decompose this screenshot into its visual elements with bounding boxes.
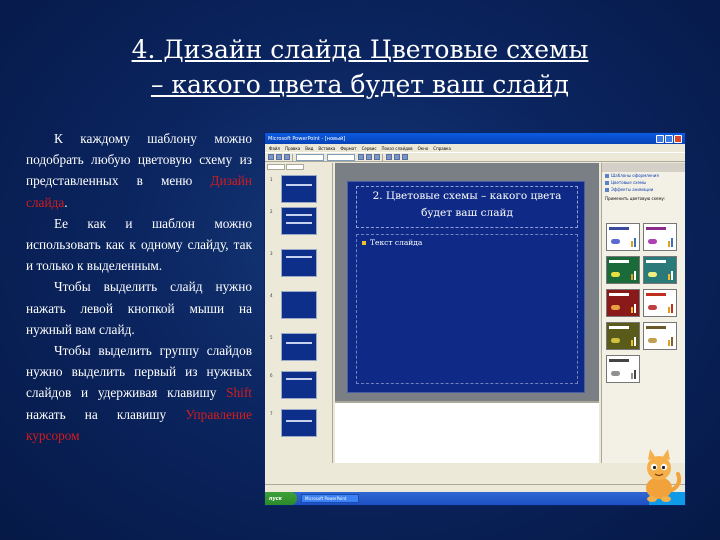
color-scheme-swatch[interactable] xyxy=(643,289,677,317)
paragraph-4-middle: нажать на клавишу xyxy=(26,406,186,422)
task-pane-header xyxy=(602,163,685,172)
color-scheme-swatch[interactable] xyxy=(643,256,677,284)
color-scheme-swatch[interactable] xyxy=(643,223,677,251)
status-bar xyxy=(265,484,685,492)
key-shift-highlight: Shift xyxy=(226,385,252,401)
menu-item-window[interactable]: Окно xyxy=(418,146,429,151)
menu-item-file[interactable]: Файл xyxy=(269,146,280,151)
italic-icon[interactable] xyxy=(366,154,372,160)
cartoon-cat-icon xyxy=(646,449,682,502)
new-icon[interactable] xyxy=(268,154,274,160)
slide-editing-area: 2. Цветовые схемы – какого цвета будет в… xyxy=(335,163,599,463)
thumb-number: 5 xyxy=(270,335,273,340)
notes-pane[interactable] xyxy=(335,401,599,463)
minimize-icon[interactable] xyxy=(656,134,664,143)
tab-slides[interactable] xyxy=(286,164,304,170)
link-label: Цветовые схемы xyxy=(611,180,647,185)
windows-taskbar: пуск Microsoft PowerPoint xyxy=(265,492,685,505)
menu-item-tools[interactable]: Сервис xyxy=(362,146,377,151)
open-icon[interactable] xyxy=(276,154,282,160)
paragraph-4: Чтобы выделить группу слайдов нужно выде… xyxy=(26,340,252,446)
font-size-select[interactable] xyxy=(327,153,355,161)
color-schemes-link[interactable]: Цветовые схемы xyxy=(602,179,685,186)
slide-thumbnail[interactable] xyxy=(281,291,317,319)
menu-item-insert[interactable]: Вставка xyxy=(318,146,335,151)
current-slide[interactable]: 2. Цветовые схемы – какого цвета будет в… xyxy=(347,181,585,393)
menu-item-view[interactable]: Вид xyxy=(305,146,313,151)
design-icon[interactable] xyxy=(402,154,408,160)
inner-slide-bullet-text: Текст слайда xyxy=(370,238,423,247)
link-label: Шаблоны оформления xyxy=(611,173,659,178)
font-select[interactable] xyxy=(296,153,324,161)
menu-item-help[interactable]: Справка xyxy=(433,146,451,151)
slide-body-text: К каждому шаблону можно подобрать любую … xyxy=(26,128,252,446)
slide-thumbnail[interactable] xyxy=(281,333,317,361)
slide-title-line-2: – какого цвета будет ваш слайд xyxy=(150,70,570,99)
color-scheme-swatch[interactable] xyxy=(606,256,640,284)
inner-slide-title: 2. Цветовые схемы – какого цвета будет в… xyxy=(358,188,576,222)
slide-thumbnail[interactable] xyxy=(281,207,317,235)
inner-slide-bullet: Текст слайда xyxy=(362,238,422,247)
slide-title: 4. Дизайн слайда Цветовые схемы – какого… xyxy=(60,32,660,102)
toolbar-separator xyxy=(382,153,383,161)
body-placeholder[interactable] xyxy=(356,234,578,384)
tab-outline[interactable] xyxy=(267,164,285,170)
link-label: Эффекты анимации xyxy=(611,187,654,192)
slide-thumbnails-pane: 1 2 3 4 5 6 7 xyxy=(265,163,333,463)
slide-thumbnail[interactable] xyxy=(281,371,317,399)
slide-title-line-1: 4. Дизайн слайда Цветовые схемы xyxy=(131,35,589,64)
window-title: Microsoft PowerPoint - [новый] xyxy=(268,135,346,142)
bold-icon[interactable] xyxy=(358,154,364,160)
apply-scheme-label: Применить цветовую схему: xyxy=(605,196,666,201)
menu-item-edit[interactable]: Правка xyxy=(285,146,300,151)
thumb-number: 1 xyxy=(270,177,273,182)
color-scheme-swatch[interactable] xyxy=(606,223,640,251)
thumbnail-tabs xyxy=(265,163,332,171)
slide-thumbnail[interactable] xyxy=(281,409,317,437)
align-left-icon[interactable] xyxy=(386,154,392,160)
thumb-number: 4 xyxy=(270,293,273,298)
thumb-number: 7 xyxy=(270,411,273,416)
thumb-number: 2 xyxy=(270,209,273,214)
paragraph-1: К каждому шаблону можно подобрать любую … xyxy=(26,128,252,213)
save-icon[interactable] xyxy=(284,154,290,160)
slide-thumbnail[interactable] xyxy=(281,249,317,277)
bullet-icon xyxy=(362,240,366,245)
task-pane: Шаблоны оформления Цветовые схемы Эффект… xyxy=(601,163,685,463)
inner-slide-title-line-1: 2. Цветовые схемы – какого цвета xyxy=(372,190,562,202)
paragraph-2: Ее как и шаблон можно использовать как к… xyxy=(26,215,252,274)
color-scheme-swatch[interactable] xyxy=(606,355,640,383)
window-titlebar: Microsoft PowerPoint - [новый] xyxy=(265,133,685,144)
taskbar-app-button[interactable]: Microsoft PowerPoint xyxy=(301,494,359,503)
color-scheme-swatch[interactable] xyxy=(606,289,640,317)
menu-item-slideshow[interactable]: Показ слайдов xyxy=(382,146,413,151)
color-scheme-swatch[interactable] xyxy=(606,322,640,350)
toolbar-separator xyxy=(292,153,293,161)
paragraph-1-end: . xyxy=(64,194,68,210)
maximize-icon[interactable] xyxy=(665,134,673,143)
underline-icon[interactable] xyxy=(374,154,380,160)
align-center-icon[interactable] xyxy=(394,154,400,160)
paragraph-4-text: Чтобы выделить группу слайдов нужно выде… xyxy=(26,343,252,401)
start-button[interactable]: пуск xyxy=(265,492,297,505)
inner-slide-title-line-2: будет ваш слайд xyxy=(421,207,513,219)
animation-effects-link[interactable]: Эффекты анимации xyxy=(602,186,685,193)
powerpoint-screenshot: Microsoft PowerPoint - [новый] Файл Прав… xyxy=(264,132,686,506)
menu-item-format[interactable]: Формат xyxy=(340,146,356,151)
close-icon[interactable] xyxy=(674,134,682,143)
thumb-number: 6 xyxy=(270,373,273,378)
menu-bar: Файл Правка Вид Вставка Формат Сервис По… xyxy=(265,144,685,152)
paragraph-3: Чтобы выделить слайд нужно нажать левой … xyxy=(26,279,252,337)
toolbar xyxy=(265,152,685,162)
slide-thumbnail[interactable] xyxy=(281,175,317,203)
design-templates-link[interactable]: Шаблоны оформления xyxy=(602,172,685,179)
color-scheme-swatch[interactable] xyxy=(643,322,677,350)
thumb-number: 3 xyxy=(270,251,273,256)
